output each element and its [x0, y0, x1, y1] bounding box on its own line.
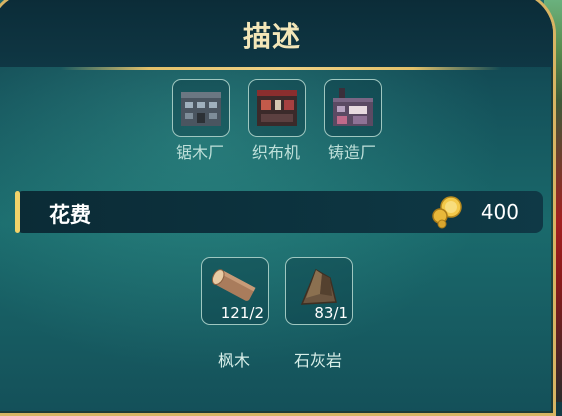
building-label-loom: 织布机: [251, 143, 300, 162]
title-divider: [61, 67, 501, 70]
building-sawmill[interactable]: [172, 79, 230, 137]
title-bar: 描述: [0, 0, 553, 67]
cost-value: 400: [480, 200, 519, 224]
limestone-icon: [300, 268, 337, 305]
foundry-icon: [333, 88, 373, 126]
material-count-maple: 121/2: [220, 304, 264, 322]
material-count-limestone: 83/1: [314, 304, 348, 322]
building-foundry[interactable]: [324, 79, 382, 137]
gold-coin-icon: [432, 196, 462, 229]
material-limestone[interactable]: 83/1: [285, 257, 353, 325]
cost-bar: 花费 400: [15, 191, 543, 233]
building-label-sawmill: 锯木厂: [175, 143, 224, 162]
panel-title: 描述: [242, 20, 301, 53]
maple-log-icon: [211, 269, 256, 301]
cost-accent: [15, 191, 20, 233]
cost-label: 花费: [49, 203, 91, 227]
loom-icon: [257, 90, 297, 126]
sawmill-icon: [181, 92, 221, 126]
building-label-foundry: 铸造厂: [327, 143, 376, 162]
material-maple[interactable]: 121/2: [201, 257, 269, 325]
material-label-maple: 枫木: [217, 351, 250, 370]
description-panel: 描述 锯木厂 织布机 铸造厂 花费 400 121/2 枫木 83/1 石灰岩: [0, 0, 556, 416]
material-label-limestone: 石灰岩: [293, 351, 342, 370]
building-loom[interactable]: [248, 79, 306, 137]
